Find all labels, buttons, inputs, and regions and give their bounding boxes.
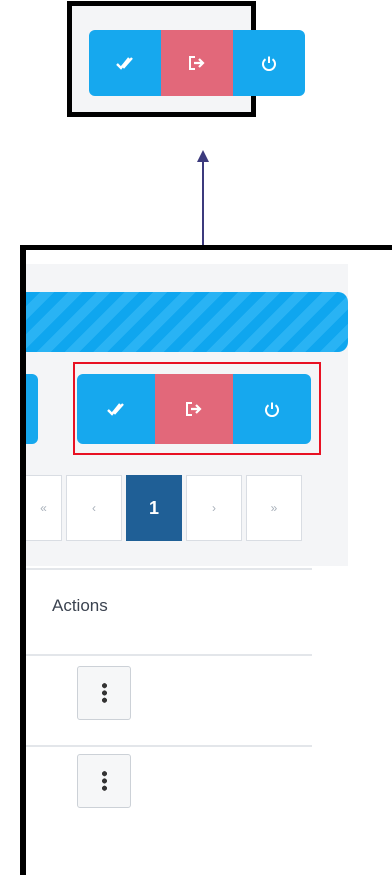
panel-content: « ‹ 1 › » Actions (26, 250, 381, 875)
header-bar (26, 292, 348, 352)
power-icon (262, 56, 276, 71)
zoom-approve-button[interactable] (89, 30, 161, 96)
left-button-partial[interactable] (26, 374, 38, 444)
zoom-logout-button[interactable] (161, 30, 233, 96)
pagination-current[interactable]: 1 (126, 475, 182, 541)
vertical-dots-icon (101, 770, 107, 792)
double-check-icon (107, 403, 124, 416)
table-header-top-border (26, 568, 312, 570)
row-actions-button[interactable] (77, 666, 131, 720)
zoom-callout (67, 1, 305, 117)
zoom-power-button[interactable] (233, 30, 305, 96)
row-actions-button[interactable] (77, 754, 131, 808)
approve-button[interactable] (77, 374, 155, 444)
table-row-divider (26, 654, 312, 656)
power-icon (265, 402, 279, 417)
pagination-last[interactable]: » (246, 475, 302, 541)
action-button-group (77, 374, 311, 444)
pagination-prev[interactable]: ‹ (66, 475, 122, 541)
double-check-icon (116, 57, 133, 70)
pagination: « ‹ 1 › » (26, 475, 306, 541)
sign-out-icon (186, 402, 202, 416)
logout-button[interactable] (155, 374, 233, 444)
sign-out-icon (189, 56, 205, 70)
column-header-actions: Actions (52, 596, 108, 615)
zoom-button-group (89, 30, 305, 96)
screenshot-canvas: « ‹ 1 › » Actions (0, 0, 392, 880)
source-panel: « ‹ 1 › » Actions (20, 245, 392, 875)
power-button[interactable] (233, 374, 311, 444)
vertical-dots-icon (101, 682, 107, 704)
up-arrow-icon (197, 150, 209, 248)
pagination-next[interactable]: › (186, 475, 242, 541)
pagination-first[interactable]: « (26, 475, 62, 541)
table-row-divider (26, 745, 312, 747)
